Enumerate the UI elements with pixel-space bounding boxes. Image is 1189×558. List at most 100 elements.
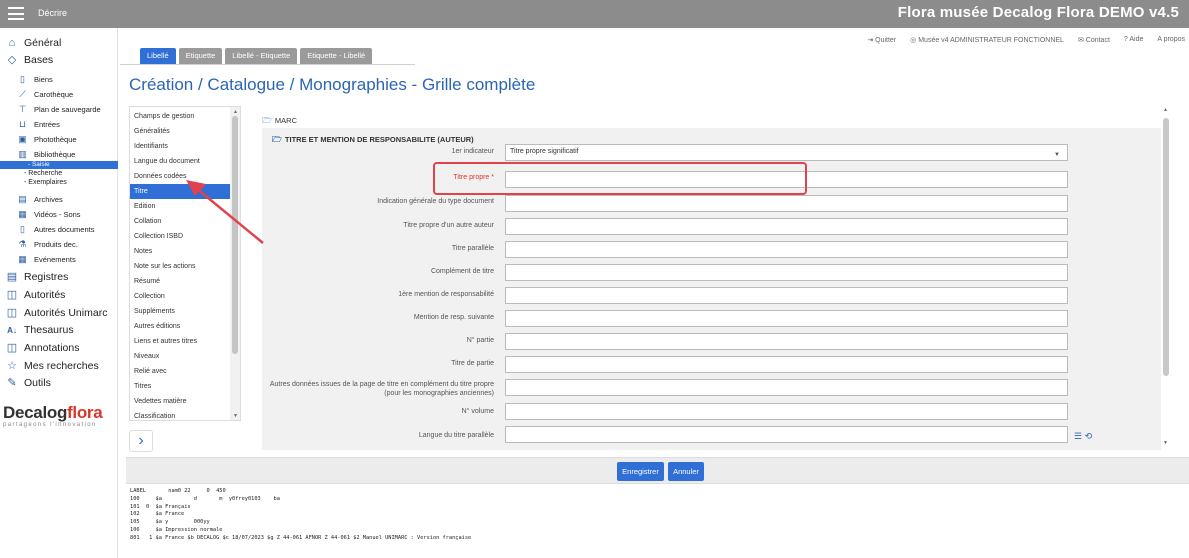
tag-icon: ◇: [7, 53, 17, 66]
section-header[interactable]: 🗁 TITRE ET MENTION DE RESPONSABILITE (AUT…: [272, 134, 474, 148]
premiere-mention-input[interactable]: [505, 287, 1068, 304]
section-list-item[interactable]: Résumé: [130, 274, 231, 289]
section-list-item[interactable]: Généralités: [130, 124, 231, 139]
sidebar-item-plan-de-sauvegarde[interactable]: ⊤ Plan de sauvegarde: [17, 104, 101, 115]
titre-autre-auteur-input[interactable]: [505, 218, 1068, 235]
section-list-item-active[interactable]: Titre: [130, 184, 231, 199]
section-list-item[interactable]: Edition: [130, 199, 231, 214]
sort-az-icon: A↓: [7, 325, 17, 335]
scroll-up-icon[interactable]: ▲: [1163, 107, 1168, 113]
sidebar-item-bases[interactable]: ◇ Bases: [5, 54, 53, 66]
section-list-item[interactable]: Titres: [130, 379, 231, 394]
sidebar-item-carotheque[interactable]: ⟋ Carothèque: [17, 89, 73, 100]
help-link[interactable]: ? Aide: [1124, 36, 1143, 44]
sidebar-subitem-exemplaires[interactable]: - Exemplaires: [24, 179, 67, 186]
sidebar-item-autorites[interactable]: ◫ Autorités: [5, 289, 66, 301]
autres-donnees-input[interactable]: [505, 379, 1068, 396]
scrollbar-thumb[interactable]: [1163, 118, 1169, 376]
required-field-highlight: [433, 162, 807, 195]
first-indicator-select[interactable]: Titre propre significatif ▼: [505, 144, 1068, 161]
book-open-icon: ◫: [6, 306, 18, 319]
section-list-item[interactable]: Notes: [130, 244, 231, 259]
document-icon: ▯: [20, 74, 25, 84]
form-scrollbar[interactable]: ▲ ▼: [1161, 106, 1171, 449]
quit-link[interactable]: ⇥ Quitter: [867, 36, 896, 44]
sidebar-item-evenements[interactable]: ▦ Evénements: [17, 254, 76, 265]
sidebar-item-bibliotheque[interactable]: ▥ Bibliothèque: [17, 149, 75, 160]
app-title: Flora musée Decalog Flora DEMO v4.5: [897, 4, 1179, 21]
section-list-item[interactable]: Collation: [130, 214, 231, 229]
cancel-button[interactable]: Annuler: [668, 462, 704, 481]
section-list-item[interactable]: Liens et autres titres: [130, 334, 231, 349]
user-link[interactable]: ◎ Musée v4 ADMINISTRATEUR FONCTIONNEL: [910, 36, 1064, 44]
section-list-item[interactable]: Collection: [130, 289, 231, 304]
marc-record-line: 100 $a d m y0frey0103 ba: [130, 495, 280, 502]
about-link[interactable]: A propos: [1157, 36, 1185, 44]
hamburger-menu-icon[interactable]: [8, 7, 24, 20]
titre-parallele-input[interactable]: [505, 241, 1068, 258]
titre-partie-input[interactable]: [505, 356, 1068, 373]
section-list-scrollbar[interactable]: ▲ ▼: [230, 107, 240, 420]
sidebar-item-autorites-unimarc[interactable]: ◫ Autorités Unimarc: [5, 306, 108, 319]
save-button[interactable]: Enregistrer: [617, 462, 664, 481]
sidebar-item-mes-recherches[interactable]: ☆ Mes recherches: [5, 360, 99, 372]
tab-libelle[interactable]: Libellé: [140, 48, 176, 64]
sidebar-item-general[interactable]: ⌂ Général: [5, 37, 62, 49]
sidebar-item-annotations[interactable]: ◫ Annotations: [5, 342, 80, 354]
sidebar-subitem-saisie[interactable]: - Saisie: [0, 161, 118, 169]
sidebar-item-outils[interactable]: ✎ Outils: [5, 376, 50, 389]
type-document-input[interactable]: [505, 195, 1068, 212]
section-list-item[interactable]: Collection ISBD: [130, 229, 231, 244]
image-icon: ▣: [18, 134, 27, 144]
sidebar-item-registres[interactable]: ▤ Registres: [5, 271, 69, 283]
sidebar-item-entrees[interactable]: ⊔ Entrées: [17, 119, 60, 130]
section-list-item[interactable]: Classification: [130, 409, 231, 420]
section-list-item[interactable]: Langue du document: [130, 154, 231, 169]
tab-libelle-etiquette[interactable]: Libellé - Etiquette: [225, 48, 298, 64]
scrollbar-thumb[interactable]: [232, 116, 238, 354]
link-icon[interactable]: ⟲: [1085, 431, 1093, 441]
user-icon: ◎: [910, 37, 919, 44]
section-list-item[interactable]: Relié avec: [130, 364, 231, 379]
expand-panel-button[interactable]: ›: [129, 430, 153, 452]
sidebar-item-label: Evénements: [34, 255, 76, 264]
contact-link[interactable]: ✉ Contact: [1078, 36, 1110, 44]
menu-label[interactable]: Décrire: [38, 8, 67, 18]
sidebar-item-phototheque[interactable]: ▣ Photothèque: [17, 134, 76, 145]
marc-record-line: 101 0 $a Français: [130, 503, 191, 510]
langue-titre-parallele-input[interactable]: [505, 426, 1068, 443]
section-list-item[interactable]: Identifiants: [130, 139, 231, 154]
section-list-item[interactable]: Données codées: [130, 169, 231, 184]
section-list-item[interactable]: Autres éditions: [130, 319, 231, 334]
sidebar-item-videos-sons[interactable]: ▦ Vidéos - Sons: [17, 209, 80, 220]
marc-record-line: 105 $a y 000yy: [130, 519, 210, 526]
sidebar-item-archives[interactable]: ▤ Archives: [17, 194, 63, 205]
list-icon[interactable]: ☰: [1074, 431, 1082, 441]
numero-partie-input[interactable]: [505, 333, 1068, 350]
user-label: Musée v4 ADMINISTRATEUR FONCTIONNEL: [918, 37, 1064, 44]
scroll-down-icon[interactable]: ▼: [233, 413, 238, 419]
numero-volume-input[interactable]: [505, 403, 1068, 420]
sidebar-subitem-recherche[interactable]: - Recherche: [24, 170, 62, 177]
marc-header[interactable]: 🗁 MARC: [262, 115, 297, 129]
chevron-right-icon: ›: [138, 432, 144, 449]
section-list-item[interactable]: Suppléments: [130, 304, 231, 319]
sidebar-item-label: Mes recherches: [24, 360, 99, 372]
section-list-item[interactable]: Note sur les actions: [130, 259, 231, 274]
mention-suivante-input[interactable]: [505, 310, 1068, 327]
scroll-up-icon[interactable]: ▲: [233, 109, 238, 115]
sidebar-item-produits-dec[interactable]: ⚗ Produits dec.: [17, 239, 77, 250]
sidebar-item-biens[interactable]: ▯ Biens: [17, 74, 53, 85]
utility-bar: ⇥ Quitter ◎ Musée v4 ADMINISTRATEUR FONC…: [867, 36, 1185, 44]
section-list-item[interactable]: Champs de gestion: [130, 109, 231, 124]
scroll-down-icon[interactable]: ▼: [1163, 440, 1168, 446]
sidebar-item-autres-documents[interactable]: ▯ Autres documents: [17, 224, 94, 235]
sidebar-item-thesaurus[interactable]: A↓ Thesaurus: [5, 324, 74, 336]
section-list-item[interactable]: Vedettes matière: [130, 394, 231, 409]
tab-etiquette-libelle[interactable]: Etiquette - Libellé: [300, 48, 373, 64]
field-label: Indication générale du type document: [377, 198, 494, 205]
complement-titre-input[interactable]: [505, 264, 1068, 281]
wrench-icon: ✎: [7, 376, 17, 389]
section-list-item[interactable]: Niveaux: [130, 349, 231, 364]
tab-etiquette[interactable]: Etiquette: [178, 48, 223, 64]
